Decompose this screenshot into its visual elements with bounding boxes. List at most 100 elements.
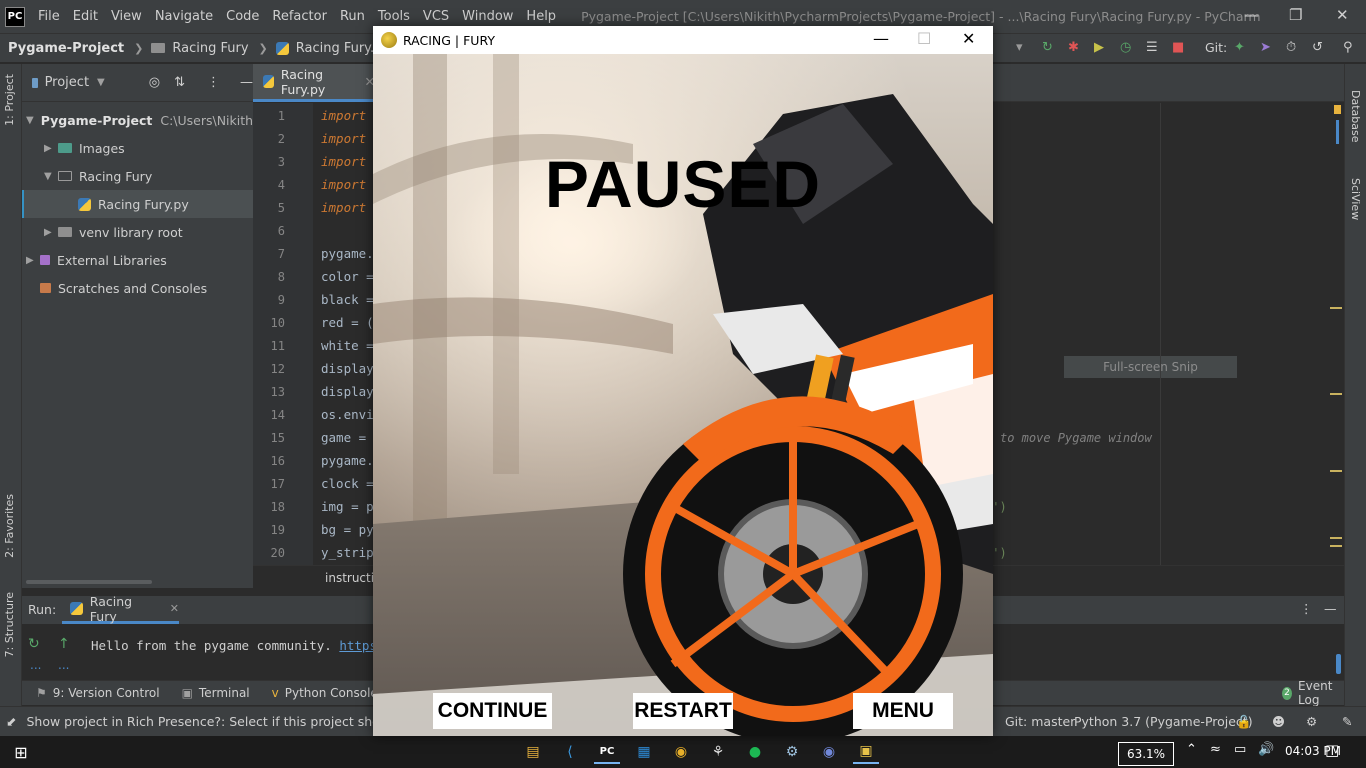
warning-stripe[interactable] (1330, 470, 1342, 472)
close-icon[interactable]: ✕ (1336, 6, 1349, 24)
debug-icon[interactable]: ✱ (1068, 40, 1079, 55)
git-push-icon[interactable]: ➤ (1260, 40, 1271, 55)
profile-icon[interactable]: ◷ (1120, 40, 1131, 55)
vscode-icon[interactable]: ⟨ (557, 740, 583, 764)
code-line[interactable]: white = (321, 338, 374, 353)
continue-button[interactable]: CONTINUE (433, 693, 552, 729)
pycharm-taskbar-icon[interactable]: PC (594, 740, 620, 764)
menu-view[interactable]: View (111, 9, 142, 24)
file-explorer-icon[interactable]: ▤ (520, 740, 546, 764)
tab-favorites[interactable]: 2: Favorites (3, 494, 16, 558)
minimize-icon[interactable]: — (873, 29, 889, 48)
tree-item-racing-fury-py[interactable]: Racing Fury.py (22, 190, 253, 218)
run-tab-racing-fury[interactable]: Racing Fury ✕ (62, 594, 179, 624)
tab-event-log[interactable]: 2 Event Log (1282, 679, 1344, 707)
rerun-icon[interactable]: ↻ (1042, 40, 1053, 55)
tree-item-scratches[interactable]: Scratches and Consoles (22, 274, 253, 302)
inspector-icon[interactable]: ☻ (1272, 714, 1285, 729)
console-scrollbar[interactable] (1336, 654, 1341, 674)
chrome-icon[interactable]: ◉ (668, 740, 694, 764)
breadcrumb-folder[interactable]: Racing Fury (151, 41, 249, 56)
search-everywhere-icon[interactable]: ⚲ (1343, 40, 1353, 55)
code-line[interactable]: black = (321, 292, 374, 307)
git-branch-widget[interactable]: Git: master (1005, 714, 1075, 729)
tab-sciview[interactable]: SciView (1349, 178, 1362, 220)
more-icon[interactable]: ... (58, 658, 69, 672)
menu-vcs[interactable]: VCS (423, 9, 449, 24)
horizontal-scrollbar[interactable] (26, 580, 152, 584)
restore-icon[interactable]: ❐ (1289, 6, 1302, 24)
project-view-label[interactable]: Project (45, 75, 89, 90)
settings-icon[interactable]: ⚙ (1306, 714, 1317, 729)
warning-stripe[interactable] (1330, 537, 1342, 539)
close-tab-icon[interactable]: ✕ (170, 602, 179, 615)
battery-percentage[interactable]: 63.1% (1118, 742, 1174, 766)
spotify-icon[interactable]: ● (742, 740, 768, 764)
hide-panel-icon[interactable]: — (1324, 601, 1337, 616)
windows-start-icon[interactable]: ⊞ (8, 740, 34, 764)
warning-stripe[interactable] (1330, 545, 1342, 547)
battery-icon[interactable]: ▭ (1234, 742, 1246, 757)
menu-help[interactable]: Help (526, 9, 556, 24)
code-line[interactable]: clock = (321, 476, 374, 491)
discord-icon[interactable]: ◉ (816, 740, 842, 764)
build-icon[interactable]: ☰ (1146, 40, 1158, 55)
inspection-status-icon[interactable] (1334, 105, 1341, 114)
menu-navigate[interactable]: Navigate (155, 9, 213, 24)
team-app-icon[interactable]: ⚘ (705, 740, 731, 764)
tree-item-images[interactable]: ▶ Images (22, 134, 253, 162)
restart-button[interactable]: RESTART (633, 693, 733, 729)
collapse-icon[interactable]: ⇅ (174, 75, 185, 90)
tree-item-external-libraries[interactable]: ▶ External Libraries (22, 246, 253, 274)
tree-item-venv[interactable]: ▶ venv library root (22, 218, 253, 246)
scroll-up-icon[interactable]: ↑ (58, 636, 70, 652)
notifications-icon[interactable]: □ (1325, 741, 1339, 759)
tab-terminal[interactable]: ▣ Terminal (182, 686, 250, 700)
menu-edit[interactable]: Edit (73, 9, 98, 24)
warning-stripe[interactable] (1330, 307, 1342, 309)
stop-icon[interactable]: ■ (1172, 40, 1184, 55)
tab-python-console[interactable]: ᴠ Python Console (272, 686, 378, 700)
menu-code[interactable]: Code (226, 9, 259, 24)
code-line[interactable]: red = ( (321, 315, 374, 330)
minimize-icon[interactable]: — (1244, 6, 1259, 24)
tab-project[interactable]: 1: Project (3, 74, 16, 126)
chevron-up-icon[interactable]: ⌃ (1186, 742, 1197, 757)
tree-item-racing-fury[interactable]: ▼ Racing Fury (22, 162, 253, 190)
menu-window[interactable]: Window (462, 9, 513, 24)
notes-app-icon[interactable]: ▦ (631, 740, 657, 764)
coverage-icon[interactable]: ▶ (1094, 40, 1104, 55)
lock-icon[interactable]: 🔓 (1236, 714, 1252, 730)
game-canvas[interactable]: PAUSED CONTINUE RESTART MENU (373, 54, 993, 736)
editor-tab-racing-fury-py[interactable]: Racing Fury.py ✕ (253, 64, 375, 102)
breadcrumb-project[interactable]: Pygame-Project (8, 41, 124, 56)
pygame-titlebar[interactable]: RACING | FURY — ☐ ✕ (373, 26, 993, 54)
more-icon[interactable]: ... (30, 658, 41, 672)
hide-panel-icon[interactable]: — (240, 75, 253, 90)
code-line[interactable]: y_strip (321, 545, 374, 560)
git-rollback-icon[interactable]: ↺ (1312, 40, 1323, 55)
locate-icon[interactable]: ◎ (149, 75, 160, 90)
code-line[interactable]: color = (321, 269, 374, 284)
menu-file[interactable]: File (38, 9, 60, 24)
wifi-icon[interactable]: ≈ (1210, 742, 1221, 757)
maximize-icon[interactable]: ☐ (917, 29, 931, 48)
tab-database[interactable]: Database (1349, 90, 1362, 143)
volume-icon[interactable]: 🔊 (1258, 742, 1274, 757)
pygame-taskbar-icon[interactable]: ▣ (853, 740, 879, 764)
menu-run[interactable]: Run (340, 9, 365, 24)
options-icon[interactable]: ⋮ (1300, 601, 1313, 616)
git-history-icon[interactable]: ⏱ (1286, 40, 1296, 55)
memory-icon[interactable]: ✎ (1342, 714, 1352, 729)
git-update-icon[interactable]: ✦ (1234, 40, 1245, 55)
options-icon[interactable]: ⋮ (207, 75, 220, 90)
interpreter-widget[interactable]: Python 3.7 (Pygame-Project) (1074, 714, 1253, 729)
run-config-dropdown-icon[interactable]: ▾ (1016, 40, 1023, 55)
tab-structure[interactable]: 7: Structure (3, 592, 16, 657)
chevron-down-icon[interactable]: ▼ (97, 77, 105, 88)
menu-tools[interactable]: Tools (378, 9, 410, 24)
steam-icon[interactable]: ⚙ (779, 740, 805, 764)
warning-stripe[interactable] (1330, 393, 1342, 395)
menu-button[interactable]: MENU (853, 693, 953, 729)
tree-item-project-root[interactable]: ▼ Pygame-Project C:\Users\Nikith\Py (22, 106, 253, 134)
